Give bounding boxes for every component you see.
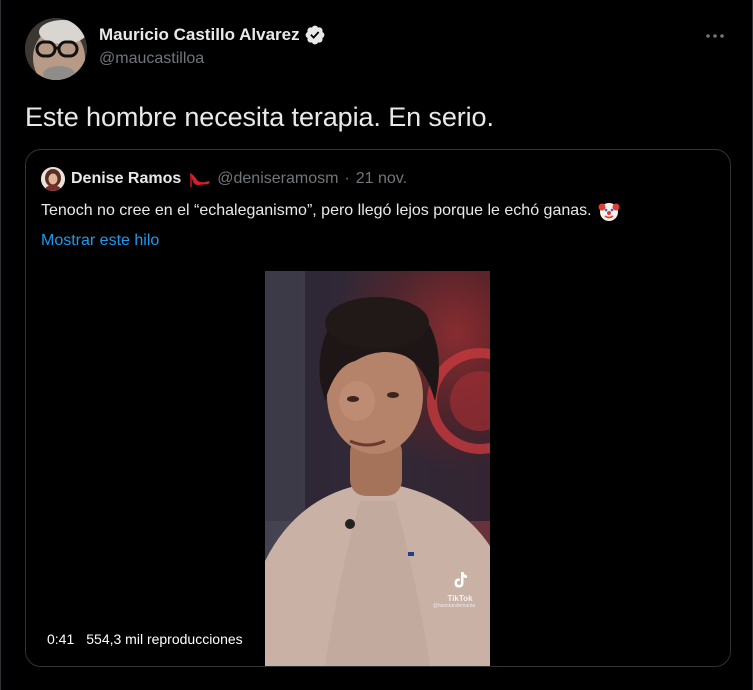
more-horizontal-icon: [706, 34, 724, 38]
tweet: Mauricio Castillo Alvarez @maucastilloa …: [0, 0, 753, 690]
tiktok-icon: [454, 572, 467, 588]
author-name[interactable]: Mauricio Castillo Alvarez: [99, 25, 300, 45]
quoted-tweet-header: Denise Ramos @deniseramosm · 21 nov.: [41, 167, 407, 191]
quoted-tweet[interactable]: Denise Ramos @deniseramosm · 21 nov. Ten…: [25, 149, 731, 667]
more-options-button[interactable]: [700, 24, 730, 48]
video-media: TikTok @hanstandemanta 0:41 554,3 mil re…: [26, 271, 730, 666]
quoted-tweet-text-row: Tenoch no cree en el “echaleganismo”, pe…: [41, 200, 620, 222]
clown-face-icon: [598, 200, 620, 222]
video-views: 554,3 mil reproducciones: [86, 631, 243, 647]
tiktok-label: TikTok: [447, 594, 473, 603]
author-handle[interactable]: @maucastilloa: [99, 50, 326, 68]
quoted-tweet-date[interactable]: 21 nov.: [356, 170, 407, 188]
high-heel-icon: [187, 169, 211, 189]
separator-dot: ·: [344, 170, 350, 187]
tweet-text: Este hombre necesita terapia. En serio.: [25, 102, 494, 132]
author-block: Mauricio Castillo Alvarez @maucastilloa: [99, 24, 326, 68]
quoted-tweet-text: Tenoch no cree en el “echaleganismo”, pe…: [41, 202, 592, 219]
author-avatar[interactable]: [25, 18, 87, 80]
quoted-author-avatar: [41, 167, 65, 191]
quoted-author-handle: @deniseramosm: [217, 170, 339, 187]
verified-badge-icon: [304, 24, 326, 46]
show-thread-link[interactable]: Mostrar este hilo: [41, 230, 159, 252]
tiktok-username: @hanstandemanta: [432, 603, 476, 609]
video-player[interactable]: TikTok @hanstandemanta: [265, 271, 490, 666]
author-avatar-image: [25, 18, 87, 80]
video-duration: 0:41: [47, 631, 75, 647]
tiktok-watermark: TikTok @hanstandemanta: [433, 571, 482, 609]
quoted-author-name: Denise Ramos: [71, 170, 182, 187]
author-name-row: Mauricio Castillo Alvarez: [99, 24, 326, 46]
tweet-header: Mauricio Castillo Alvarez @maucastilloa: [25, 18, 734, 80]
video-info-badge: 0:41 554,3 mil reproducciones: [41, 627, 249, 651]
